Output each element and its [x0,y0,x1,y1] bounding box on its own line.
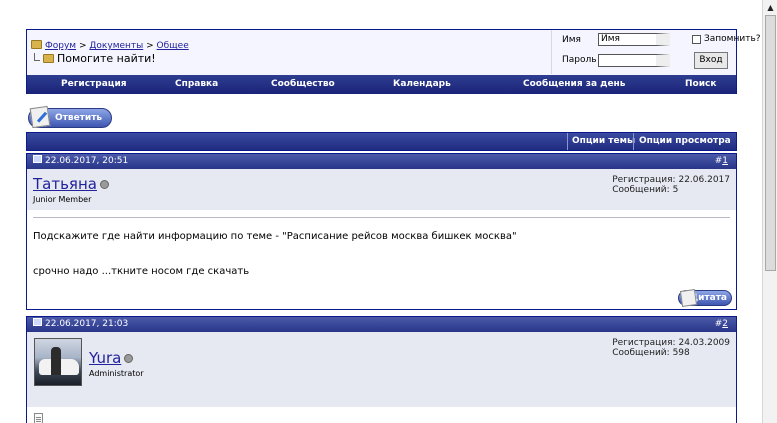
post-message-line: срочно надо ...ткните носом где скачать [33,266,250,277]
nav-menu: Регистрация Справка Сообщество Календарь… [27,75,736,94]
password-input[interactable] [598,54,670,67]
tree-line-icon [34,53,40,61]
pen-icon [29,105,51,129]
breadcrumb: Форум > Документы > Общее Помогите найти… [31,40,531,66]
post-body: Подскажите где найти информацию по теме … [27,211,736,309]
post-count: 598 [672,348,690,358]
thread-title: Помогите найти! [57,52,156,65]
thread-toolbar: Опции темы Опции просмотра [26,132,737,151]
post-username[interactable]: Татьяна [33,175,97,193]
reg-date: 24.03.2009 [678,338,730,348]
post-user-info: Татьяна Junior Member Регистрация: 22.06… [27,169,736,211]
breadcrumb-general-link[interactable]: Общее [157,41,189,51]
post-number: #2 [714,319,728,329]
nav-item-register[interactable]: Регистрация [61,75,127,94]
post-permalink[interactable]: 2 [722,319,728,329]
remember-label: Запомнить? [704,34,761,44]
post-count-label: Сообщений: [612,348,670,358]
scroll-up-arrow-icon[interactable]: ▲ [763,0,777,15]
breadcrumb-documents-link[interactable]: Документы [89,41,143,51]
post-icon [34,413,43,423]
post-divider [33,217,730,218]
post-count: 5 [672,185,679,195]
nav-item-help[interactable]: Справка [175,75,218,94]
folder-icon [31,40,42,49]
quote-button[interactable]: Цитата [678,290,732,306]
post-header: 22.06.2017, 20:51 #1 [27,154,736,169]
breadcrumb-separator: > [78,41,87,51]
post-header: 22.06.2017, 21:03 #2 [27,317,736,332]
password-label: Пароль [562,55,597,65]
reg-date-label: Регистрация: [612,338,676,348]
breadcrumb-forum-link[interactable]: Форум [45,41,76,51]
reply-button-label: Ответить [55,113,103,123]
post-user-meta: Регистрация: 22.06.2017 Сообщений: 5 [612,175,730,195]
breadcrumb-separator: > [146,41,154,51]
offline-status-icon [124,354,134,363]
reg-date-label: Регистрация: [612,175,676,185]
display-modes-menu[interactable]: Опции просмотра [633,133,736,150]
reg-date: 22.06.2017 [678,175,730,185]
post-user-meta: Регистрация: 24.03.2009 Сообщений: 598 [612,338,730,358]
remember-checkbox[interactable] [692,35,701,44]
post-date: 22.06.2017, 20:51 [33,154,128,169]
folder-icon [43,54,54,63]
login-form: Имя Имя Запомнить? Пароль Вход [551,30,761,74]
post-permalink[interactable]: 1 [722,156,728,166]
post: 22.06.2017, 21:03 #2 Yura Administrator … [26,316,737,423]
thread-tools-menu[interactable]: Опции темы [567,133,639,150]
post-usertitle: Junior Member [33,195,92,204]
post-count-label: Сообщений: [612,185,670,195]
nav-item-calendar[interactable]: Календарь [393,75,451,94]
page-viewport: Форум > Документы > Общее Помогите найти… [0,0,762,423]
post: 22.06.2017, 20:51 #1 Татьяна Junior Memb… [26,153,737,310]
post-user-info: Yura Administrator Регистрация: 24.03.20… [27,332,736,408]
nav-item-search[interactable]: Поиск [685,75,716,94]
nav-item-community[interactable]: Сообщество [271,75,335,94]
post-number: #1 [714,156,728,166]
post-date: 22.06.2017, 21:03 [33,317,128,332]
username-input[interactable]: Имя [598,33,670,46]
avatar[interactable] [34,338,82,386]
post-body [27,408,736,423]
vertical-scrollbar[interactable]: ▲ [762,0,777,423]
post-username[interactable]: Yura [89,349,121,367]
scrollbar-thumb[interactable] [765,15,776,271]
post-message-line: Подскажите где найти информацию по теме … [33,231,517,242]
username-label: Имя [562,35,581,45]
login-button[interactable]: Вход [694,52,728,69]
post-usertitle: Administrator [89,369,144,378]
nav-item-todays-posts[interactable]: Сообщения за день [523,75,625,94]
offline-status-icon [99,180,109,189]
navbar: Форум > Документы > Общее Помогите найти… [26,29,761,94]
reply-button[interactable]: Ответить [28,105,112,129]
